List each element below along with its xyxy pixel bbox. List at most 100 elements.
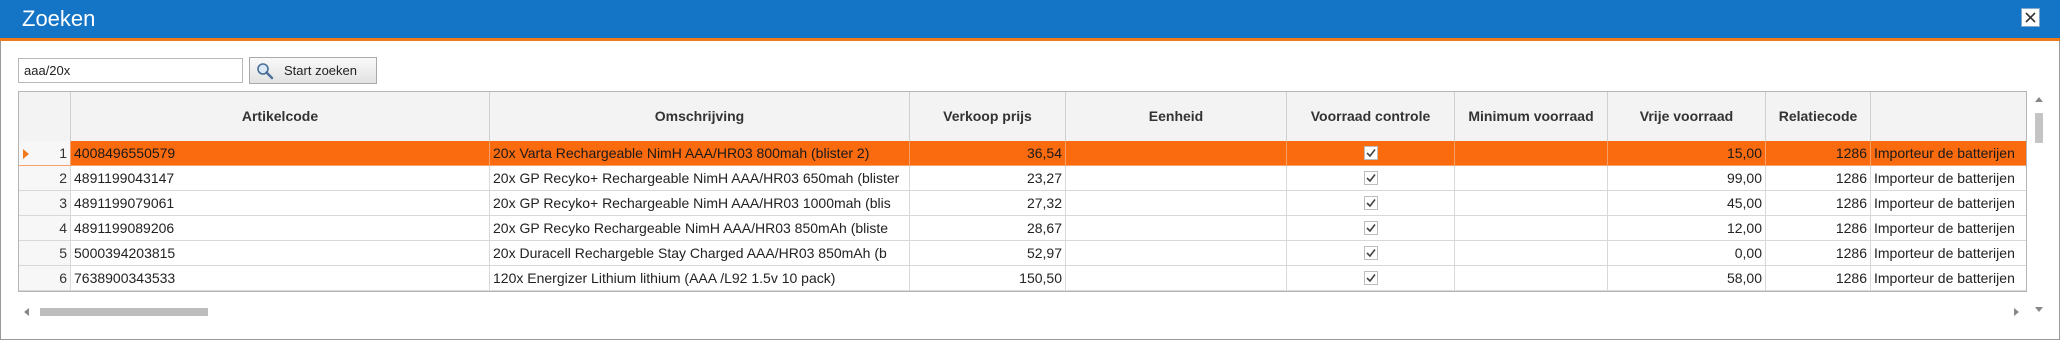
header-verkoop-prijs[interactable]: Verkoop prijs — [910, 92, 1066, 141]
close-icon — [2025, 12, 2036, 23]
header-vrije-voorraad[interactable]: Vrije voorraad — [1608, 92, 1766, 141]
cell-minimum-voorraad — [1455, 241, 1608, 266]
cell-vrije-voorraad: 12,00 — [1608, 216, 1766, 241]
cell-omschrijving: 20x Duracell Rechargeble Stay Charged AA… — [490, 241, 910, 266]
cell-vrije-voorraad-text: 15,00 — [1726, 145, 1762, 161]
scroll-left-icon[interactable] — [24, 308, 29, 316]
cell-voorraad-controle — [1287, 191, 1455, 216]
cell-relatie-text: Importeur de batterijen — [1874, 195, 2015, 211]
search-input[interactable] — [18, 58, 243, 83]
cell-verkoop-prijs-text: 36,54 — [1026, 145, 1062, 161]
table-row[interactable]: 5 5000394203815 20x Duracell Rechargeble S… — [19, 241, 2026, 266]
cell-omschrijving-text: 20x Duracell Rechargeble Stay Charged AA… — [493, 245, 887, 261]
cell-minimum-voorraad — [1455, 166, 1608, 191]
row-index[interactable]: 5 — [19, 241, 71, 266]
cell-verkoop-prijs: 23,27 — [910, 166, 1066, 191]
checkmark-icon — [1366, 274, 1376, 283]
header-artikelcode[interactable]: Artikelcode — [71, 92, 490, 141]
table-row[interactable]: 4 4891199089206 20x GP Recyko Rechargeable… — [19, 216, 2026, 241]
cell-relatiecode-text: 1286 — [1835, 245, 1867, 261]
cell-vrije-voorraad: 99,00 — [1608, 166, 1766, 191]
vertical-scroll-thumb[interactable] — [2035, 113, 2043, 143]
header-voorraad-controle[interactable]: Voorraad controle — [1287, 92, 1455, 141]
stock-control-checkbox[interactable] — [1364, 146, 1378, 160]
cell-artikelcode: 5000394203815 — [71, 241, 490, 266]
cell-verkoop-prijs-text: 27,32 — [1026, 195, 1062, 211]
cell-eenheid — [1066, 191, 1287, 216]
cell-vrije-voorraad: 45,00 — [1608, 191, 1766, 216]
cell-relatiecode-text: 1286 — [1835, 270, 1867, 286]
close-button[interactable] — [2021, 8, 2040, 27]
cell-verkoop-prijs-text: 150,50 — [1019, 270, 1062, 286]
cell-vrije-voorraad: 15,00 — [1608, 141, 1766, 166]
cell-vrije-voorraad: 0,00 — [1608, 241, 1766, 266]
cell-eenheid — [1066, 166, 1287, 191]
cell-artikelcode: 4008496550579 — [71, 141, 490, 166]
cell-relatie: Importeur de batterijen — [1871, 166, 2026, 191]
cell-omschrijving-text: 20x GP Recyko+ Rechargeable NimH AAA/HR0… — [493, 195, 891, 211]
cell-relatiecode-text: 1286 — [1835, 170, 1867, 186]
grid-header: Artikelcode Omschrijving Verkoop prijs E… — [19, 92, 2026, 142]
table-row[interactable]: 2 4891199043147 20x GP Recyko+ Rechargeabl… — [19, 166, 2026, 191]
stock-control-checkbox[interactable] — [1364, 271, 1378, 285]
row-index[interactable]: 4 — [19, 216, 71, 241]
cell-verkoop-prijs: 36,54 — [910, 141, 1066, 166]
cell-artikelcode: 4891199079061 — [71, 191, 490, 216]
title-bar: Zoeken — [0, 0, 2060, 38]
checkmark-icon — [1366, 199, 1376, 208]
stock-control-checkbox[interactable] — [1364, 171, 1378, 185]
cell-eenheid — [1066, 241, 1287, 266]
cell-relatiecode-text: 1286 — [1835, 220, 1867, 236]
cell-omschrijving: 20x GP Recyko+ Rechargeable NimH AAA/HR0… — [490, 166, 910, 191]
cell-artikelcode-text: 7638900343533 — [74, 270, 176, 286]
row-index[interactable]: 1 — [19, 141, 71, 166]
scroll-down-icon[interactable] — [2035, 307, 2043, 312]
cell-omschrijving: 20x Varta Rechargeable NimH AAA/HR03 800… — [490, 141, 910, 166]
stock-control-checkbox[interactable] — [1364, 246, 1378, 260]
scroll-up-icon[interactable] — [2035, 97, 2043, 102]
results-grid[interactable]: Artikelcode Omschrijving Verkoop prijs E… — [18, 91, 2027, 292]
horizontal-scroll-thumb[interactable] — [40, 308, 208, 316]
row-index[interactable]: 3 — [19, 191, 71, 216]
cell-vrije-voorraad-text: 12,00 — [1726, 220, 1762, 236]
header-row-indicator — [19, 92, 71, 141]
cell-relatie: Importeur de batterijen — [1871, 191, 2026, 216]
window-title: Zoeken — [22, 6, 96, 31]
cell-vrije-voorraad-text: 45,00 — [1726, 195, 1762, 211]
cell-relatie-text: Importeur de batterijen — [1874, 145, 2015, 161]
start-search-button[interactable]: Start zoeken — [249, 57, 377, 84]
cell-relatie-text: Importeur de batterijen — [1874, 220, 2015, 236]
header-omschrijving[interactable]: Omschrijving — [490, 92, 910, 141]
row-index-text: 3 — [59, 195, 67, 211]
cell-relatie: Importeur de batterijen — [1871, 216, 2026, 241]
row-index[interactable]: 2 — [19, 166, 71, 191]
stock-control-checkbox[interactable] — [1364, 221, 1378, 235]
row-index-text: 6 — [59, 270, 67, 286]
cell-vrije-voorraad-text: 58,00 — [1726, 270, 1762, 286]
cell-relatie-text: Importeur de batterijen — [1874, 270, 2015, 286]
cell-verkoop-prijs: 27,32 — [910, 191, 1066, 216]
table-row[interactable]: 3 4891199079061 20x GP Recyko+ Rechargeabl… — [19, 191, 2026, 216]
cell-artikelcode-text: 4891199079061 — [74, 195, 175, 211]
header-relatie[interactable] — [1871, 92, 2026, 141]
header-minimum-voorraad[interactable]: Minimum voorraad — [1455, 92, 1608, 141]
table-row[interactable]: 1 4008496550579 20x Varta Rechargeable Nim… — [19, 141, 2026, 166]
cell-relatiecode: 1286 — [1766, 216, 1871, 241]
cell-relatie-text: Importeur de batterijen — [1874, 245, 2015, 261]
stock-control-checkbox[interactable] — [1364, 196, 1378, 210]
cell-eenheid — [1066, 216, 1287, 241]
start-search-label: Start zoeken — [284, 63, 357, 78]
cell-omschrijving: 20x GP Recyko+ Rechargeable NimH AAA/HR0… — [490, 191, 910, 216]
row-index-text: 1 — [59, 145, 67, 161]
table-row[interactable]: 6 7638900343533 120x Energizer Lithium lit… — [19, 266, 2026, 291]
horizontal-scrollbar[interactable] — [18, 305, 2027, 319]
cell-artikelcode-text: 4891199089206 — [74, 220, 175, 236]
scroll-right-icon[interactable] — [2014, 308, 2019, 316]
cell-omschrijving: 20x GP Recyko Rechargeable NimH AAA/HR03… — [490, 216, 910, 241]
row-index-text: 5 — [59, 245, 67, 261]
header-relatiecode[interactable]: Relatiecode — [1766, 92, 1871, 141]
header-eenheid[interactable]: Eenheid — [1066, 92, 1287, 141]
row-index[interactable]: 6 — [19, 266, 71, 291]
cell-minimum-voorraad — [1455, 216, 1608, 241]
vertical-scrollbar[interactable] — [2032, 91, 2046, 319]
